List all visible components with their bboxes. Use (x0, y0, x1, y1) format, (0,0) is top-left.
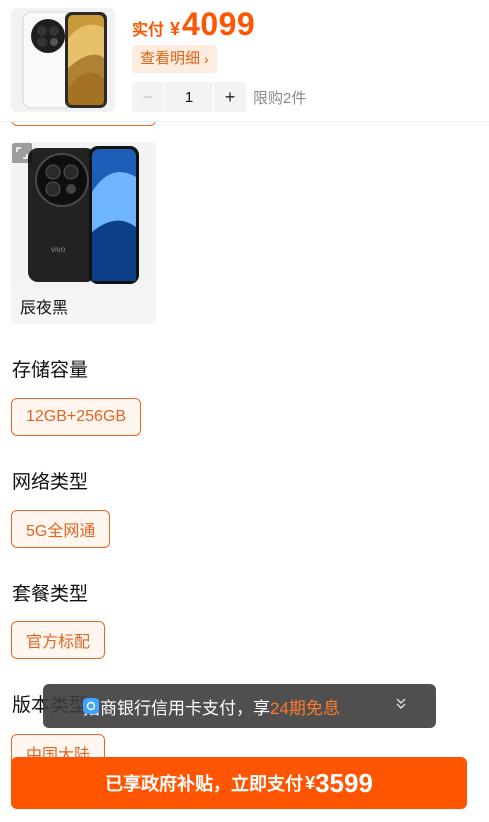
color-option-card[interactable]: vivo 辰夜黑 (11, 142, 156, 324)
network-option[interactable]: 5G全网通 (11, 510, 111, 548)
price-value: 4099 (182, 6, 256, 42)
view-details-button[interactable]: 查看明细 › (132, 45, 217, 73)
package-option[interactable]: 官方标配 (11, 621, 106, 659)
storage-section-title: 存储容量 (12, 360, 89, 381)
pay-now-button[interactable]: 已享政府补贴，立即支付 ¥ 3599 (11, 757, 467, 809)
chevron-right-icon: › (204, 51, 209, 67)
package-section-title: 套餐类型 (12, 584, 89, 605)
phone-black-image: vivo (11, 142, 156, 286)
phone-white-image (11, 8, 115, 112)
storage-option[interactable]: 12GB+256GB (11, 398, 142, 436)
decrease-quantity-button[interactable]: − (132, 82, 164, 112)
increase-quantity-button[interactable]: + (214, 82, 246, 112)
svg-text:vivo: vivo (51, 245, 66, 254)
expand-image-icon[interactable] (12, 143, 32, 163)
price-label: 实付 (132, 22, 165, 39)
view-details-label: 查看明细 (140, 50, 201, 67)
color-option-label: 辰夜黑 (20, 300, 69, 317)
pay-amount: 3599 (315, 767, 373, 798)
quantity-stepper: − 1 + (132, 82, 246, 112)
product-summary-header: 实付 ¥ 4099 查看明细 › − 1 + 限购2件 (0, 0, 489, 122)
quantity-value[interactable]: 1 (164, 82, 214, 112)
purchase-limit-text: 限购2件 (253, 90, 307, 107)
network-section-title: 网络类型 (12, 472, 89, 493)
actual-price: 实付 ¥ 4099 (132, 6, 255, 43)
price-currency: ¥ (170, 19, 181, 39)
double-chevron-down-icon[interactable] (394, 696, 408, 713)
promo-text: 招商银行信用卡支付，享 (83, 698, 270, 718)
promo-toast[interactable]: 招商银行信用卡支付，享 24期免息 (43, 684, 436, 728)
bank-logo-icon (83, 698, 99, 714)
product-thumbnail (11, 8, 115, 112)
promo-highlight: 24期免息 (270, 698, 340, 718)
pay-currency: ¥ (305, 772, 316, 793)
pay-now-label: 已享政府补贴，立即支付 (105, 774, 304, 794)
